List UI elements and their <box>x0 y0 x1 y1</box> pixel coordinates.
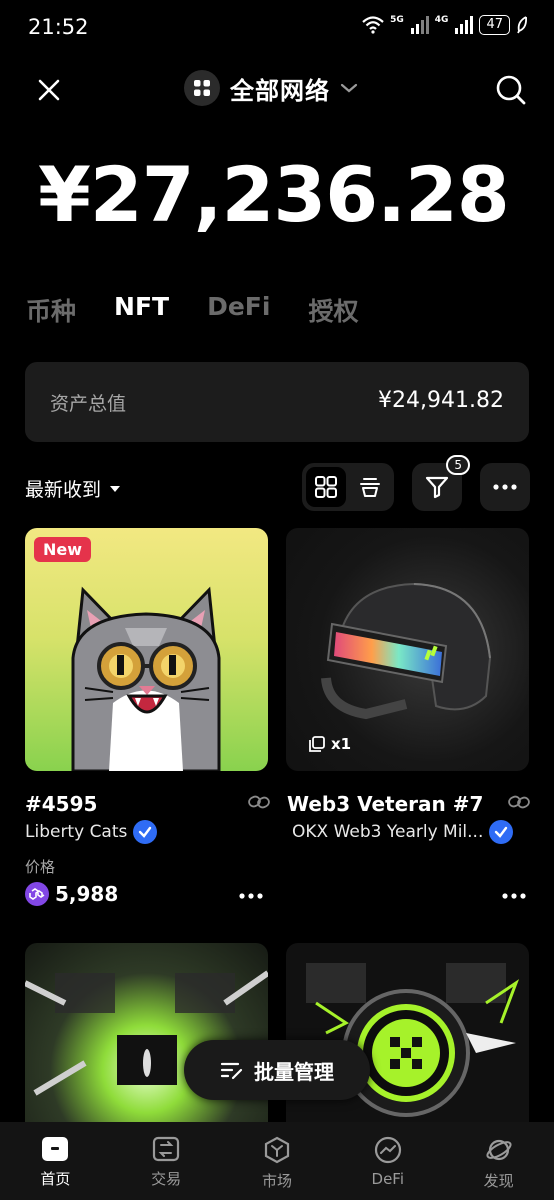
more-horizontal-icon <box>502 893 526 899</box>
caret-down-icon <box>110 485 121 492</box>
status-time: 21:52 <box>28 15 89 39</box>
defi-chart-icon <box>374 1136 401 1164</box>
total-value-amount: ¥24,941.82 <box>378 388 504 413</box>
nft-quantity-text: x1 <box>331 735 352 753</box>
trade-icon <box>153 1136 180 1162</box>
filter-count-badge: 5 <box>446 455 470 475</box>
collection-name-2[interactable]: OKX Web3 Yearly Mil... <box>292 820 514 844</box>
total-value-label: 资产总值 <box>50 393 127 415</box>
nav-discover-label: 发现 <box>483 1172 514 1190</box>
grid-view-icon <box>315 476 337 498</box>
verified-icon <box>133 820 158 844</box>
more-horizontal-icon <box>493 484 517 490</box>
collection-label-1: Liberty Cats <box>25 822 128 842</box>
view-toggle <box>302 463 394 511</box>
nft-price: 5,988 <box>25 882 118 906</box>
signal-icon <box>410 16 429 34</box>
price-label: 价格 <box>25 858 56 876</box>
copies-icon <box>309 736 325 752</box>
nft-card-liberty-cat[interactable]: New <box>25 528 268 771</box>
polygon-coin-icon <box>25 882 49 906</box>
battery-indicator: 47 <box>479 15 510 35</box>
nav-home[interactable]: 首页 <box>10 1122 100 1200</box>
search-icon <box>496 75 526 105</box>
link-icon <box>248 795 270 809</box>
nft-card-web3-veteran[interactable]: x1 <box>286 528 529 771</box>
nav-market[interactable]: 市场 <box>232 1122 322 1200</box>
nav-trade-label: 交易 <box>151 1170 182 1188</box>
network-title: 全部网络 <box>230 76 330 105</box>
sort-dropdown[interactable]: 最新收到 <box>25 475 121 502</box>
leaf-icon <box>517 16 528 34</box>
tab-tokens[interactable]: 币种 <box>26 292 76 328</box>
nft-name-1: #4595 <box>25 792 98 816</box>
grid-view-button[interactable] <box>306 467 346 507</box>
market-hexagon-icon <box>264 1136 290 1164</box>
nav-discover[interactable]: 发现 <box>454 1122 544 1200</box>
signal-icon-2 <box>455 16 474 34</box>
status-bar: 21:52 5G 4G 47 <box>0 0 554 56</box>
asset-tabs: 币种 NFT DeFi 授权 <box>26 292 396 328</box>
network-5g-label: 5G <box>390 15 404 25</box>
network-selector[interactable]: 全部网络 <box>184 70 358 106</box>
nav-home-label: 首页 <box>40 1170 71 1188</box>
nav-defi-label: DeFi <box>371 1170 405 1188</box>
nav-trade[interactable]: 交易 <box>121 1122 211 1200</box>
collection-label-2: OKX Web3 Yearly Mil... <box>292 822 484 842</box>
bottom-nav: 首页 交易 市场 DeFi 发现 <box>0 1122 554 1200</box>
pixel-cat-image <box>71 586 221 771</box>
more-horizontal-icon <box>239 893 263 899</box>
network-4g-label: 4G <box>434 15 449 25</box>
close-icon <box>38 79 60 101</box>
wallet-icon <box>42 1137 69 1161</box>
search-button[interactable] <box>489 68 533 112</box>
link-icon <box>508 795 530 809</box>
batch-manage-button[interactable]: 批量管理 <box>184 1040 370 1100</box>
app-header: 全部网络 <box>0 62 554 118</box>
collection-view-button[interactable] <box>350 467 390 507</box>
more-options-button[interactable] <box>480 463 530 511</box>
edit-list-icon <box>220 1062 243 1080</box>
tab-defi[interactable]: DeFi <box>207 292 270 328</box>
filter-icon <box>425 476 449 499</box>
nft-price-value: 5,988 <box>55 882 119 906</box>
new-badge: New <box>34 537 92 562</box>
total-value-card: 资产总值 ¥24,941.82 <box>25 362 529 442</box>
nav-market-label: 市场 <box>261 1172 292 1190</box>
verified-icon <box>489 820 514 844</box>
nav-defi[interactable]: DeFi <box>343 1122 433 1200</box>
close-button[interactable] <box>27 68 71 112</box>
nft-2-more-button[interactable] <box>502 880 526 905</box>
nft-name-2: Web3 Veteran #7 <box>287 792 484 816</box>
collection-name-1[interactable]: Liberty Cats <box>25 820 158 844</box>
planet-icon <box>486 1139 512 1161</box>
grid-dots-icon <box>184 70 220 106</box>
tab-nft[interactable]: NFT <box>114 292 169 328</box>
filter-button[interactable]: 5 <box>412 455 470 511</box>
status-icons: 5G 4G 47 <box>362 15 528 35</box>
wifi-icon <box>362 16 384 34</box>
nft-quantity: x1 <box>308 735 351 753</box>
chevron-down-icon <box>340 83 358 93</box>
sort-label: 最新收到 <box>25 479 102 501</box>
batch-manage-label: 批量管理 <box>254 1059 334 1084</box>
total-balance: ¥27,236.28 <box>38 150 510 239</box>
stack-view-icon <box>360 478 380 497</box>
nft-1-more-button[interactable] <box>239 880 263 905</box>
tab-approvals[interactable]: 授权 <box>308 292 358 328</box>
